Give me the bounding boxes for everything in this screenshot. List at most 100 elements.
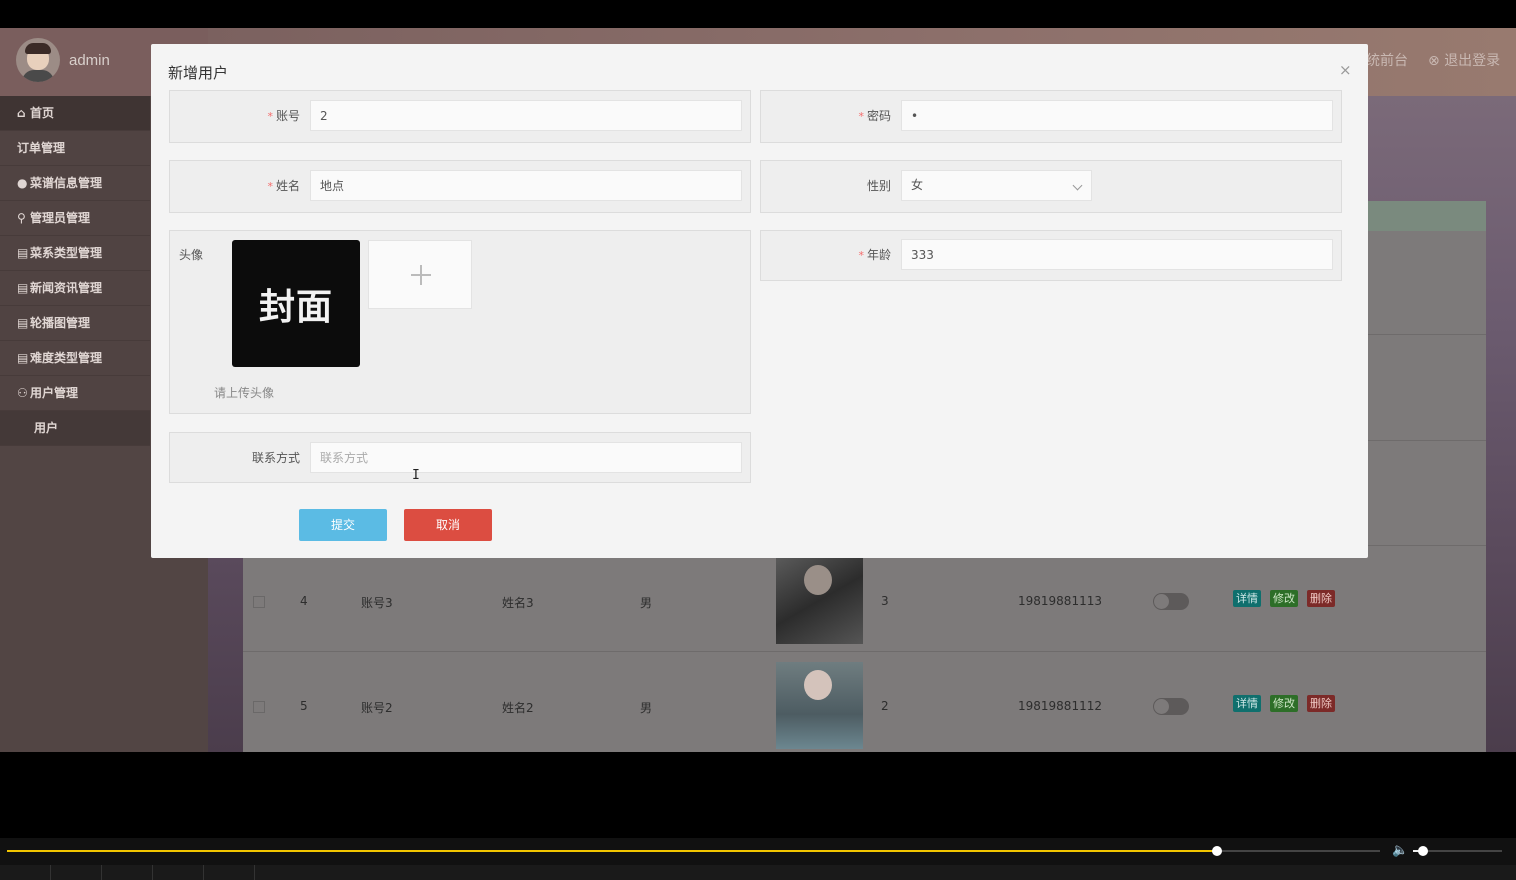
required-mark: *	[267, 110, 273, 123]
row-age: 3	[881, 594, 889, 608]
sidebar-item-home[interactable]: ⌂ 首页	[0, 96, 150, 131]
progress-bar[interactable]	[7, 850, 1380, 852]
close-icon[interactable]: ×	[1339, 61, 1352, 79]
age-input[interactable]	[901, 239, 1333, 270]
row-gender: 男	[640, 596, 653, 610]
sidebar-item-orders[interactable]: 订单管理	[0, 131, 150, 166]
volume-handle[interactable]	[1418, 846, 1428, 856]
sidebar-item-label: 新闻资讯管理	[30, 281, 103, 295]
sidebar-item-label: 菜系类型管理	[30, 246, 103, 260]
sidebar-menu: ⌂ 首页 订单管理 ● 菜谱信息管理 ⚲ 管理员管理 ▤ 菜系类型管理 ▤ 新闻资讯管理 …	[0, 96, 150, 446]
sidebar-item-label: 用户管理	[30, 386, 79, 400]
sidebar-item-users[interactable]: ⚇ 用户管理	[0, 376, 150, 411]
sidebar-item-label: 用户	[34, 421, 59, 435]
cover-text: 封面	[258, 286, 333, 328]
password-label: * 密码	[773, 107, 891, 124]
age-row: * 年龄	[760, 230, 1342, 281]
account-label: * 账号	[182, 107, 300, 124]
sidebar-item-label: 首页	[30, 106, 55, 120]
row-id: 4	[300, 594, 308, 608]
frontend-link[interactable]: 统前台	[1366, 50, 1408, 70]
required-mark: *	[858, 110, 864, 123]
row-account: 账号2	[361, 701, 393, 715]
sidebar-item-label: 菜谱信息管理	[30, 176, 103, 190]
gender-select[interactable]: 女	[901, 170, 1092, 201]
delete-button[interactable]: 删除	[1307, 590, 1335, 607]
row-status-toggle[interactable]	[1153, 593, 1189, 610]
detail-button[interactable]: 详情	[1233, 695, 1261, 712]
logout-label: 退出登录	[1444, 53, 1501, 69]
row-account: 账号3	[361, 596, 393, 610]
name-input[interactable]	[310, 170, 742, 201]
contact-row: 联系方式	[169, 432, 751, 483]
password-row: * 密码	[760, 90, 1342, 143]
row-id: 5	[300, 699, 308, 713]
control-divider	[254, 865, 255, 880]
submit-button[interactable]: 提交	[299, 509, 387, 541]
avatar-row: 头像 封面 请上传头像	[169, 230, 751, 414]
row-name: 姓名3	[502, 596, 534, 610]
name-row: * 姓名	[169, 160, 751, 213]
contact-label: 联系方式	[251, 451, 300, 465]
admin-username: admin	[69, 52, 110, 69]
age-label: * 年龄	[773, 246, 891, 263]
row-phone: 19819881113	[1018, 594, 1102, 608]
add-user-dialog: 新增用户 × *账号 *密码 *姓名 性别 女 头像 封面	[151, 44, 1368, 558]
row-age: 2	[881, 699, 889, 713]
dialog-title: 新增用户	[168, 64, 229, 82]
account-row: * 账号	[169, 90, 751, 143]
delete-button[interactable]: 删除	[1307, 695, 1335, 712]
row-avatar	[776, 557, 863, 644]
plus-icon-vertical	[420, 265, 422, 285]
progress-handle[interactable]	[1212, 846, 1222, 856]
account-input[interactable]	[310, 100, 742, 131]
sidebar-item-label: 订单管理	[17, 141, 66, 155]
text-cursor-icon: I	[412, 468, 420, 483]
edit-button[interactable]: 修改	[1270, 695, 1298, 712]
sidebar-item-cuisines[interactable]: ▤ 菜系类型管理	[0, 236, 150, 271]
row-status-toggle[interactable]	[1153, 698, 1189, 715]
screen: admin ⌂ 首页 订单管理 ● 菜谱信息管理 ⚲ 管理员管理 ▤ 菜系类型管理 ▤ 新…	[0, 28, 1516, 752]
sidebar-subitem-user[interactable]: 用户	[0, 411, 150, 446]
control-divider	[50, 865, 51, 880]
control-divider	[101, 865, 102, 880]
logout-icon: ⊗	[1428, 53, 1445, 69]
avatar[interactable]	[16, 38, 60, 82]
sidebar-item-carousel[interactable]: ▤ 轮播图管理	[0, 306, 150, 341]
cancel-button[interactable]: 取消	[404, 509, 492, 541]
sidebar-item-news[interactable]: ▤ 新闻资讯管理	[0, 271, 150, 306]
row-checkbox[interactable]	[253, 596, 265, 608]
required-mark: *	[858, 249, 864, 262]
sidebar-item-recipes[interactable]: ● 菜谱信息管理	[0, 166, 150, 201]
sidebar-item-difficulty[interactable]: ▤ 难度类型管理	[0, 341, 150, 376]
age-label-text: 年龄	[866, 248, 891, 262]
contact-input[interactable]	[310, 442, 742, 473]
detail-button[interactable]: 详情	[1233, 590, 1261, 607]
password-input[interactable]	[901, 100, 1333, 131]
account-label-text: 账号	[275, 109, 300, 123]
gender-label: 性别	[866, 179, 891, 193]
home-icon: ⌂	[17, 106, 26, 120]
row-avatar	[776, 662, 863, 749]
row-name: 姓名2	[502, 701, 534, 715]
circle-icon: ●	[17, 176, 28, 190]
volume-icon[interactable]: 🔈	[1392, 843, 1408, 858]
list-icon: ▤	[17, 246, 29, 260]
table-row: 4 账号3 姓名3 男 3 19819881113 详情 修改 删除	[243, 550, 1486, 654]
list-icon: ▤	[17, 281, 29, 295]
toggle-knob	[1154, 594, 1169, 609]
control-divider	[203, 865, 204, 880]
avatar-preview[interactable]: 封面	[232, 240, 360, 367]
video-player-bar: 🔈	[0, 838, 1516, 880]
avatar-hair	[25, 43, 51, 54]
name-label-text: 姓名	[275, 179, 300, 193]
sidebar-item-admins[interactable]: ⚲ 管理员管理	[0, 201, 150, 236]
avatar-head	[804, 565, 832, 595]
logout-link[interactable]: ⊗ 退出登录	[1428, 50, 1500, 70]
upload-button[interactable]	[368, 240, 472, 309]
password-label-text: 密码	[866, 109, 891, 123]
list-icon: ▤	[17, 316, 29, 330]
edit-button[interactable]: 修改	[1270, 590, 1298, 607]
control-strip	[0, 865, 1516, 880]
row-checkbox[interactable]	[253, 701, 265, 713]
